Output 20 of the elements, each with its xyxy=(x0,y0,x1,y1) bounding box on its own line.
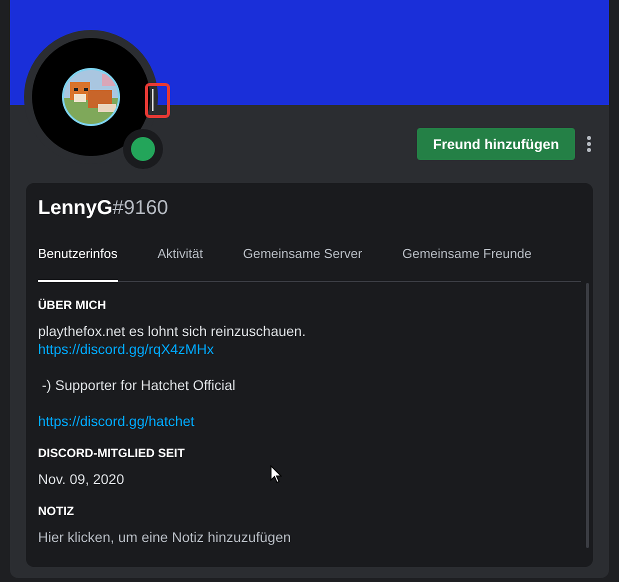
section-heading: ÜBER MICH xyxy=(38,297,107,314)
cursor-icon xyxy=(270,465,282,484)
username: LennyG xyxy=(38,196,112,221)
bio-text: -) Supporter for Hatchet Official xyxy=(40,376,236,394)
section-heading: NOTIZ xyxy=(38,503,75,520)
section-heading: DISCORD-MITGLIED SEIT xyxy=(38,445,186,462)
more-options-icon[interactable] xyxy=(587,136,591,152)
profile-tab[interactable]: Gemeinsame Server xyxy=(243,241,362,282)
profile-tab[interactable]: Aktivität xyxy=(158,241,204,282)
link[interactable]: https://discord.gg/hatchet xyxy=(38,412,194,430)
highlight-marker xyxy=(145,83,170,118)
scrollbar[interactable] xyxy=(586,283,589,548)
note-field[interactable]: Hier klicken, um eine Notiz hinzuzufügen xyxy=(38,528,581,546)
profile-tab[interactable]: Gemeinsame Freunde xyxy=(402,241,532,282)
discriminator: #9160 xyxy=(112,196,168,221)
bio-text: playthefox.net es lohnt sich reinzuschauen. xyxy=(38,322,306,340)
add-friend-button[interactable]: Freund hinzufügen xyxy=(417,128,575,160)
link[interactable]: https://discord.gg/rqX4zMHx xyxy=(38,340,214,358)
bio-text: Nov. 09, 2020 xyxy=(38,470,124,488)
profile-tab[interactable]: Benutzerinfos xyxy=(38,241,118,282)
